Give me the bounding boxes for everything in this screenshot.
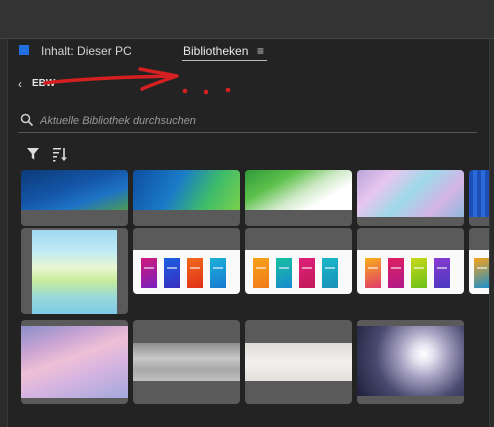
panel-tab-bar: Inhalt: Dieser PC Bibliotheken ≡ [8, 39, 488, 65]
tab-content-this-pc[interactable]: Inhalt: Dieser PC [41, 44, 132, 58]
library-item-blue-green-wave[interactable] [133, 170, 240, 226]
library-item-green-white-wave[interactable] [245, 170, 352, 226]
sort-icon[interactable] [52, 146, 68, 162]
library-item-pastel-watercolor[interactable] [21, 228, 128, 314]
library-item-blue-wave-dark[interactable] [21, 170, 128, 226]
library-item-light-burst[interactable] [357, 320, 464, 404]
search-icon [20, 113, 34, 127]
filter-icon[interactable] [26, 147, 40, 161]
search-input[interactable] [38, 111, 472, 131]
library-item-gradient-cards-mixed[interactable] [357, 228, 464, 294]
library-item-pink-clouds[interactable] [21, 320, 128, 404]
left-panel-edge [0, 39, 8, 427]
chevron-left-icon[interactable]: ‹ [18, 77, 22, 91]
library-item-gradient-cards-purple[interactable] [133, 228, 240, 294]
library-item-silver-texture[interactable] [133, 320, 240, 404]
panel-menu-icon[interactable]: ≡ [257, 44, 264, 58]
library-search-bar[interactable] [18, 110, 477, 133]
content-panel-icon [19, 45, 29, 55]
right-panel-edge [489, 39, 494, 427]
library-item-blue-stripes[interactable] [469, 170, 489, 226]
red-arrow-annotation [43, 67, 231, 95]
active-tab-underline [182, 60, 267, 61]
library-items-grid[interactable] [8, 170, 489, 427]
library-item-gradient-card-partial[interactable] [469, 228, 489, 294]
library-item-gradient-cards-orange[interactable] [245, 228, 352, 294]
tab-libraries[interactable]: Bibliotheken [183, 44, 248, 58]
application-top-bar [0, 0, 494, 38]
library-item-pastel-swirl[interactable] [357, 170, 464, 226]
library-item-white-texture[interactable] [245, 320, 352, 404]
